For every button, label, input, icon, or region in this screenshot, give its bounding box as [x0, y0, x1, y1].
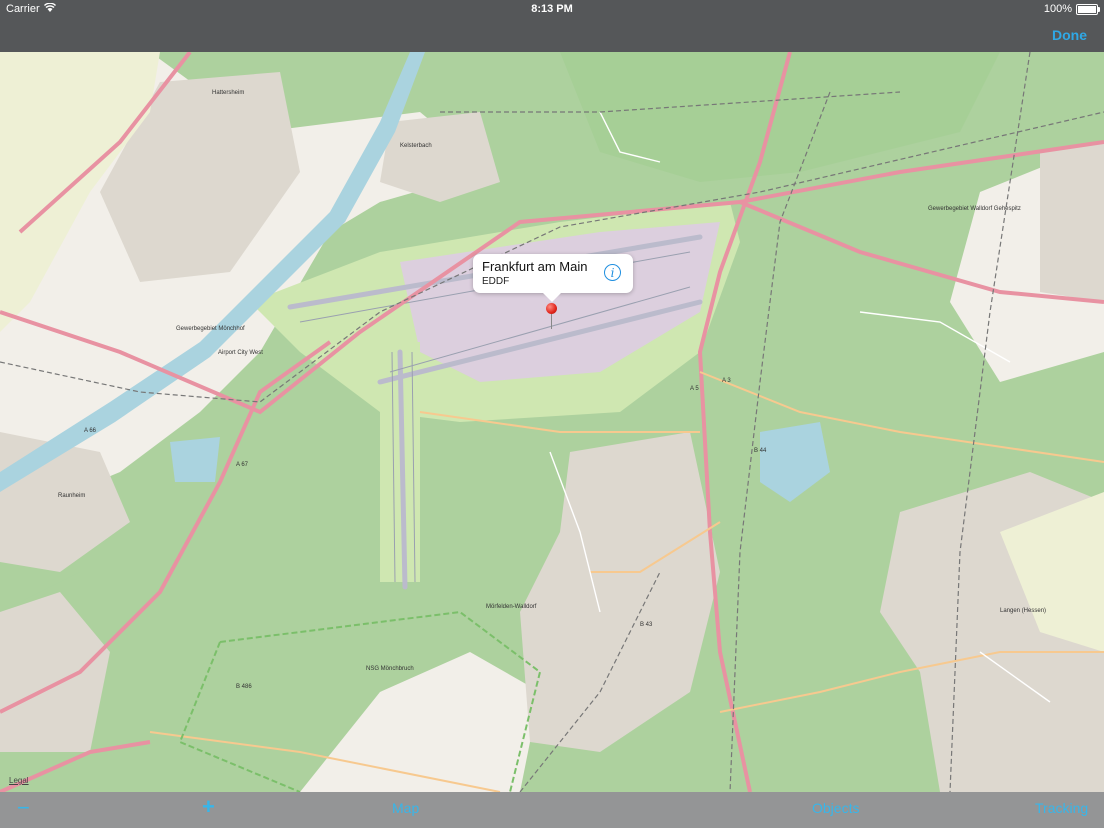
annotation-callout[interactable]: Frankfurt am Main EDDF i [473, 254, 633, 302]
clock: 8:13 PM [531, 3, 573, 15]
bottom-toolbar: − + Map Objects Tracking [0, 792, 1104, 828]
navigation-bar: Done [0, 20, 1104, 52]
callout-title: Frankfurt am Main [482, 259, 588, 274]
status-bar: Carrier 8:13 PM 100% [0, 0, 1104, 20]
legal-link[interactable]: Legal [9, 776, 29, 785]
road-label: A 67 [236, 462, 249, 468]
place-label: Mörfelden-Walldorf [486, 604, 537, 610]
battery-icon [1076, 3, 1100, 15]
place-label: Gewerbegebiet Walldorf Gehespitz [928, 206, 1021, 212]
road-label: B 43 [640, 622, 653, 628]
done-button[interactable]: Done [1052, 27, 1087, 43]
map-pin-icon[interactable] [546, 303, 557, 314]
place-label: Airport City West [218, 350, 263, 356]
lake [170, 437, 220, 482]
road-label: A 3 [722, 378, 731, 384]
place-label: Raunheim [58, 493, 85, 499]
objects-button[interactable]: Objects [812, 800, 859, 816]
battery-percent: 100% [1043, 3, 1072, 15]
map-view[interactable]: Hattersheim Kelsterbach Raunheim Mörfeld… [0, 52, 1104, 792]
map-canvas[interactable]: Hattersheim Kelsterbach Raunheim Mörfeld… [0, 52, 1104, 792]
road-label: A 66 [84, 428, 97, 434]
place-label: Kelsterbach [400, 143, 432, 149]
info-icon[interactable]: i [604, 264, 621, 281]
road-label: A 5 [690, 386, 699, 392]
pin-stick [551, 313, 552, 329]
place-label: Gewerbegebiet Mönchhof [176, 326, 245, 332]
callout-subtitle: EDDF [482, 276, 510, 287]
tracking-button[interactable]: Tracking [1035, 800, 1088, 816]
place-label: Langen (Hessen) [1000, 608, 1046, 614]
place-label: Hattersheim [212, 90, 244, 96]
zoom-out-button[interactable]: − [17, 795, 30, 821]
road-label: B 44 [754, 448, 767, 454]
place-label: NSG Mönchbruch [366, 666, 414, 672]
road-label: B 486 [236, 684, 252, 690]
zoom-in-button[interactable]: + [202, 794, 215, 820]
urban-area [1040, 142, 1104, 302]
map-button[interactable]: Map [392, 800, 419, 816]
